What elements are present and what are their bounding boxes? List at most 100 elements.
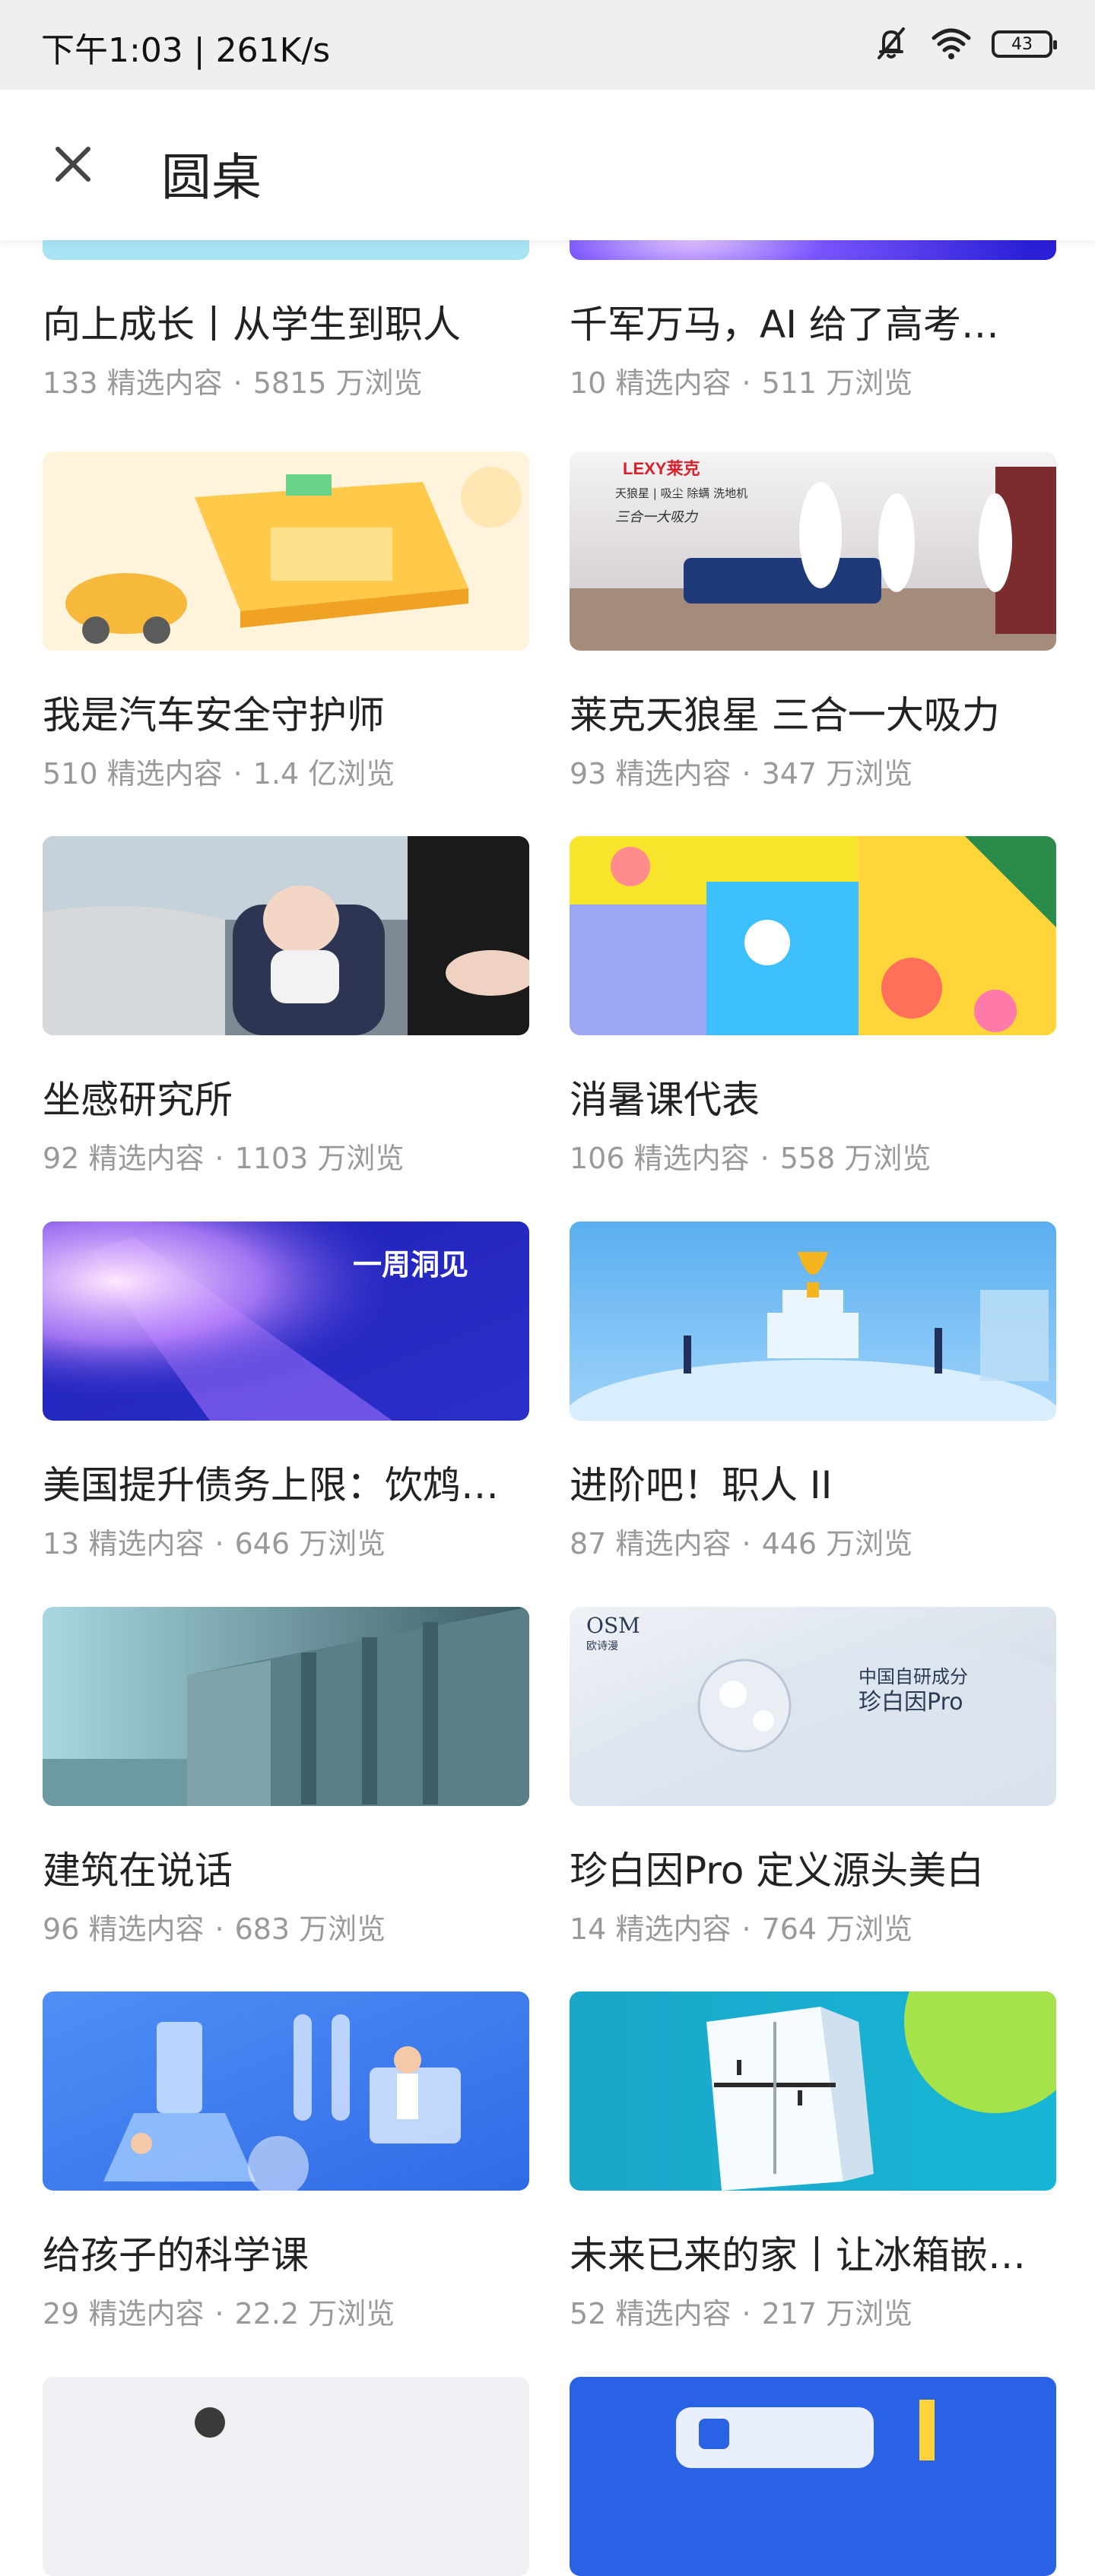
thumb-image: LEXY莱克 天狼星 | 吸尘 除螨 洗地机 三合一大吸力 [570,452,1056,651]
card-title: 坐感研究所 [43,1078,233,1122]
card-meta: 52 精选内容 · 217 万浏览 [570,2290,912,2332]
card-thumbnail [570,836,1056,1035]
card-thumbnail [43,452,529,651]
thumb-image [570,1991,1056,2191]
items-suffix: 精选内容 [615,1527,732,1560]
page-title: 圆桌 [161,148,262,207]
card-thumbnail [43,836,529,1035]
battery-icon: 43 [992,30,1057,58]
status-icons: 43 [871,23,1057,65]
items-suffix: 精选内容 [106,757,223,791]
items-suffix: 精选内容 [88,1912,205,1946]
thumb-image [43,1991,529,2191]
thumb-image [570,2377,1056,2576]
item-count: 29 [43,2297,80,2330]
thumb-slogan: 珍白因Pro [859,1689,963,1716]
card-thumbnail [570,1221,1056,1421]
item-count: 10 [570,366,607,400]
items-suffix: 精选内容 [633,1142,750,1175]
thumb-image: OSM 欧诗漫 中国自研成分 珍白因Pro [570,1607,1056,1806]
card-thumbnail [570,1991,1056,2191]
status-bar: 下午1:03 | 261K/s 43 [0,0,1095,90]
view-count: 1.4 亿浏览 [252,757,395,791]
brand-logo-cn: 欧诗漫 [586,1640,618,1652]
view-count: 446 万浏览 [761,1527,913,1560]
card-meta: 29 精选内容 · 22.2 万浏览 [43,2290,395,2332]
card-meta: 87 精选内容 · 446 万浏览 [570,1520,912,1562]
topic-grid: 向上成长丨从学生到职人 133 精选内容 · 5815 万浏览 千军万马，AI 给了… [0,0,1095,2576]
card-thumbnail [43,1607,529,1806]
card-title: 给孩子的科学课 [43,2233,309,2277]
items-suffix: 精选内容 [88,1142,205,1175]
thumb-image [43,836,529,1035]
card-meta: 133 精选内容 · 5815 万浏览 [43,360,423,401]
view-count: 217 万浏览 [761,2297,913,2330]
card-title: 千军万马，AI 给了高考… [570,303,999,347]
separator-dot: · [741,757,751,791]
mute-bell-icon [871,23,911,65]
view-count: 646 万浏览 [234,1527,386,1560]
card-thumbnail [43,1991,529,2191]
card-title: 珍白因Pro 定义源头美白 [570,1849,985,1893]
separator-dot: · [741,366,751,400]
thumb-logo-text: 一周洞见 [353,1248,468,1282]
brand-logo-text: OSM [586,1613,640,1638]
items-suffix: 精选内容 [615,757,732,791]
card-meta: 93 精选内容 · 347 万浏览 [570,750,912,792]
thumb-image [43,1607,529,1806]
items-suffix: 精选内容 [106,366,223,400]
item-count: 52 [570,2297,607,2330]
item-count: 133 [43,366,98,400]
card-title: 向上成长丨从学生到职人 [43,303,461,347]
separator-dot: · [741,1527,751,1560]
close-button[interactable] [43,134,103,195]
card-meta: 10 精选内容 · 511 万浏览 [570,360,912,401]
separator-dot: · [233,366,243,400]
separator-dot: · [233,757,243,791]
thumb-subtitle: 天狼星 | 吸尘 除螨 洗地机 [615,486,747,500]
status-time: 下午1:03 | 261K/s [41,31,331,70]
card-meta: 106 精选内容 · 558 万浏览 [570,1135,931,1177]
card-title: 莱克天狼星 三合一大吸力 [570,693,1000,737]
separator-dot: · [741,1912,751,1946]
items-suffix: 精选内容 [88,2297,205,2330]
view-count: 764 万浏览 [761,1912,913,1946]
separator-dot: · [214,1912,224,1946]
thumb-image [43,452,529,651]
view-count: 22.2 万浏览 [234,2297,395,2330]
view-count: 5815 万浏览 [252,366,423,400]
thumb-image [43,2377,529,2576]
card-meta: 92 精选内容 · 1103 万浏览 [43,1135,404,1177]
view-count: 683 万浏览 [234,1912,386,1946]
view-count: 1103 万浏览 [234,1142,405,1175]
card-meta: 14 精选内容 · 764 万浏览 [570,1906,912,1947]
item-count: 106 [570,1142,625,1175]
card-title: 消暑课代表 [570,1078,760,1122]
separator-dot: · [760,1142,770,1175]
separator-dot: · [214,1142,224,1175]
card-title: 我是汽车安全守护师 [43,693,385,737]
card-meta: 96 精选内容 · 683 万浏览 [43,1906,386,1947]
brand-logo-text: LEXY莱克 [623,459,700,478]
item-count: 13 [43,1527,80,1560]
view-count: 558 万浏览 [779,1142,932,1175]
thumb-image [570,836,1056,1035]
card-thumbnail: OSM 欧诗漫 中国自研成分 珍白因Pro [570,1607,1056,1806]
app-header: 圆桌 [0,90,1095,240]
wifi-icon [929,23,973,65]
view-count: 511 万浏览 [761,366,913,400]
item-count: 14 [570,1912,607,1946]
card-thumbnail: LEXY莱克 天狼星 | 吸尘 除螨 洗地机 三合一大吸力 [570,452,1056,651]
card-thumbnail [43,2377,529,2576]
item-count: 87 [570,1527,607,1560]
items-suffix: 精选内容 [615,366,732,400]
card-title: 美国提升债务上限：饮鸩… [43,1463,499,1507]
separator-dot: · [214,1527,224,1560]
separator-dot: · [214,2297,224,2330]
card-title: 未来已来的家丨让冰箱嵌… [570,2233,1026,2277]
card-title: 建筑在说话 [43,1849,233,1893]
card-thumbnail [570,2377,1056,2576]
close-icon [56,147,90,182]
thumb-subtitle: 中国自研成分 [859,1666,968,1687]
card-thumbnail: 一周洞见 [43,1221,529,1421]
